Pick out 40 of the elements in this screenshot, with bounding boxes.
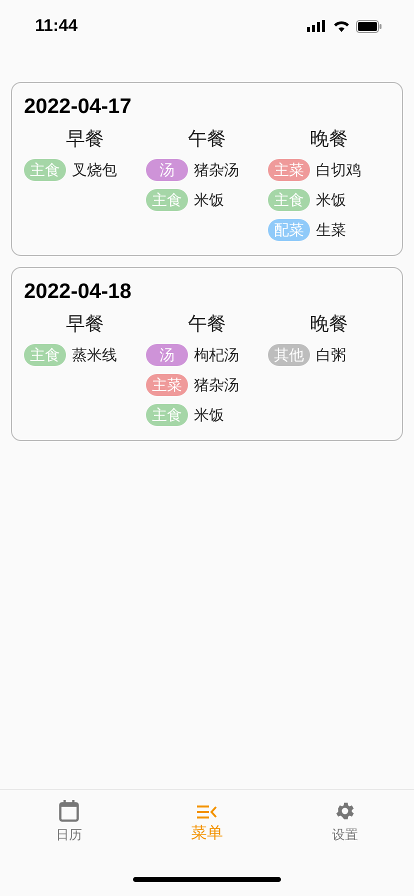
dish-name: 白切鸡 xyxy=(316,160,361,180)
dish-name: 米饭 xyxy=(316,190,346,210)
tab-item[interactable]: 日历 xyxy=(29,798,109,846)
category-tag: 主食 xyxy=(24,159,66,181)
category-tag: 主菜 xyxy=(268,159,310,181)
category-tag: 主食 xyxy=(24,344,66,366)
battery-icon xyxy=(356,20,382,32)
meal-title: 晚餐 xyxy=(310,127,348,152)
tab-item[interactable]: 设置 xyxy=(305,798,385,846)
dish-name: 生菜 xyxy=(316,220,346,240)
category-tag: 主菜 xyxy=(146,374,188,396)
tab-item[interactable]: 菜单 xyxy=(167,798,247,846)
meal-title: 早餐 xyxy=(66,312,104,337)
dish-name: 叉烧包 xyxy=(72,160,117,180)
signal-icon xyxy=(307,20,327,32)
category-tag: 配菜 xyxy=(268,219,310,241)
category-tag: 主食 xyxy=(268,189,310,211)
menu-icon xyxy=(197,805,217,819)
dish-name: 枸杞汤 xyxy=(194,346,239,364)
date-title: 2022-04-17 xyxy=(24,95,132,119)
calendar-icon xyxy=(58,800,80,822)
dish-name: 蒸米线 xyxy=(72,346,117,364)
dish-name: 米饭 xyxy=(194,406,224,424)
date-title: 2022-04-18 xyxy=(24,280,132,304)
category-tag: 汤 xyxy=(146,159,188,181)
meal-title: 午餐 xyxy=(188,127,226,152)
meal-title: 晚餐 xyxy=(310,312,348,337)
wifi-icon xyxy=(333,20,350,32)
dish-name: 米饭 xyxy=(194,190,224,210)
dish-name: 猪杂汤 xyxy=(194,160,239,180)
settings-icon xyxy=(334,800,356,822)
dish-name: 白粥 xyxy=(316,346,346,364)
category-tag: 主食 xyxy=(146,404,188,426)
category-tag: 其他 xyxy=(268,344,310,366)
category-tag: 主食 xyxy=(146,189,188,211)
category-tag: 汤 xyxy=(146,344,188,366)
meal-title: 午餐 xyxy=(188,312,226,337)
meal-title: 早餐 xyxy=(66,127,104,152)
status-time: 11:44 xyxy=(35,16,78,36)
dish-name: 猪杂汤 xyxy=(194,376,239,394)
